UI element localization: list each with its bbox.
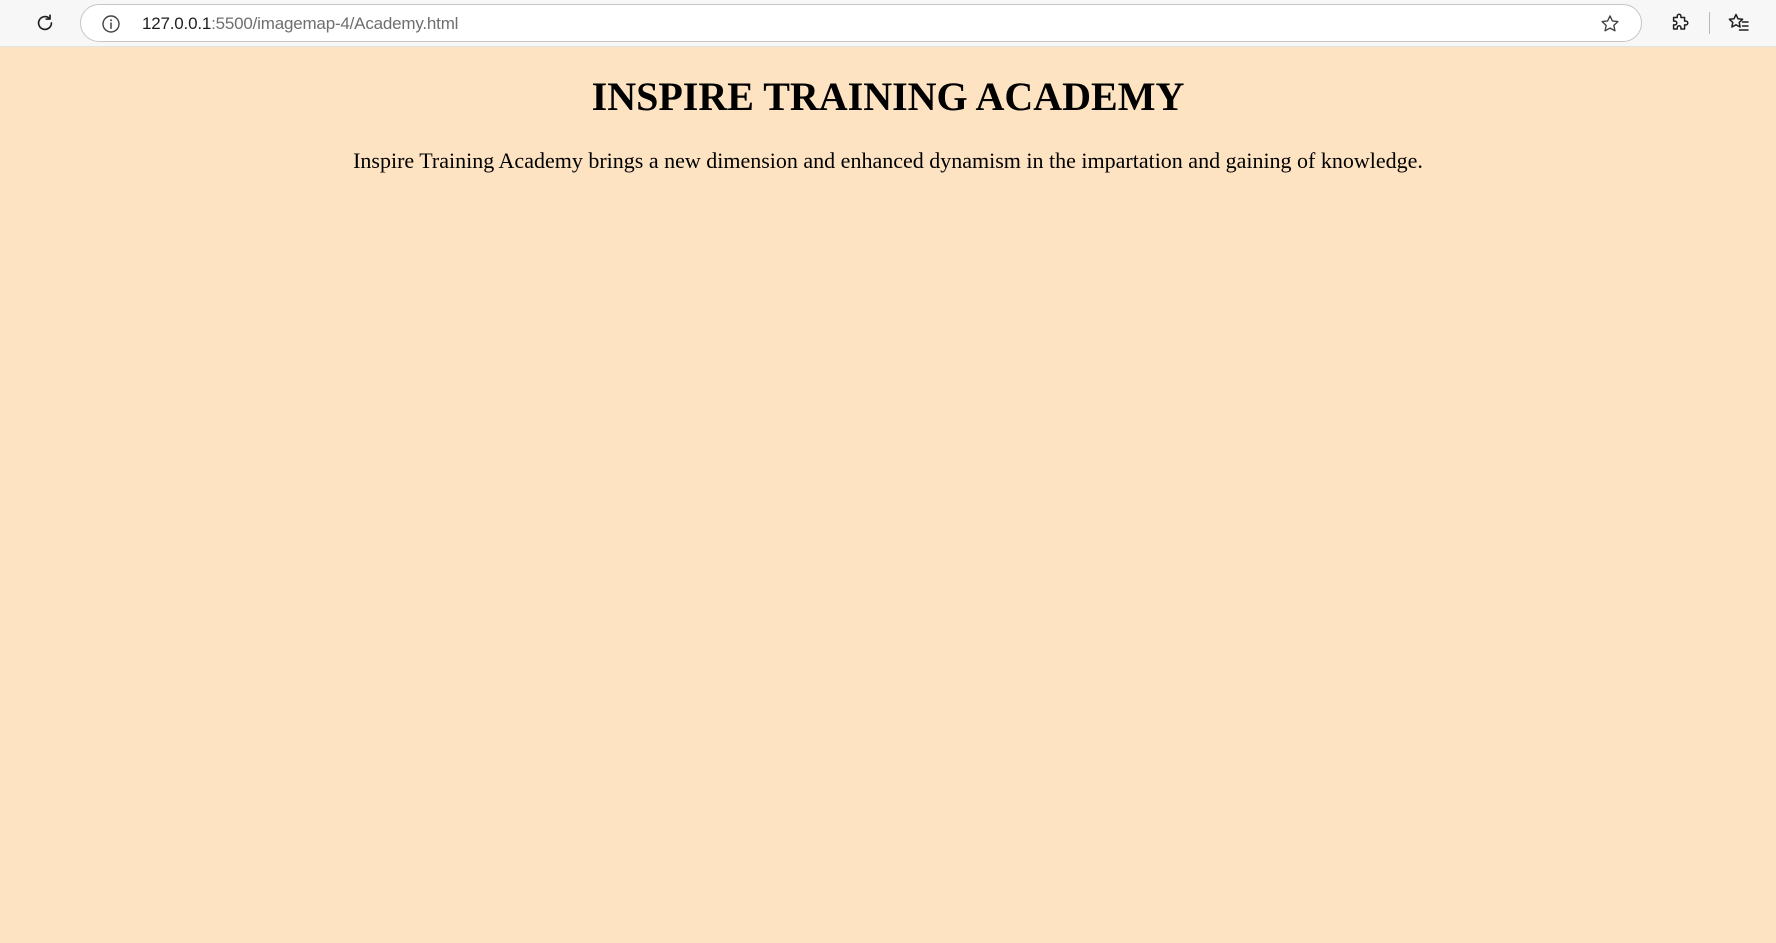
- toolbar-divider: [1709, 12, 1710, 34]
- info-icon[interactable]: [101, 14, 121, 34]
- browser-toolbar: 127.0.0.1:5500/imagemap-4/Academy.html: [0, 0, 1776, 47]
- page-content: INSPIRE TRAINING ACADEMY Inspire Trainin…: [0, 47, 1776, 943]
- reload-icon: [37, 14, 53, 31]
- reload-button[interactable]: [28, 6, 62, 40]
- extensions-button[interactable]: [1663, 6, 1697, 40]
- puzzle-icon: [1672, 13, 1689, 30]
- page-intro: Inspire Training Academy brings a new di…: [353, 148, 1423, 173]
- favorites-button[interactable]: [1722, 6, 1756, 40]
- star-icon[interactable]: [1599, 13, 1621, 35]
- url-text[interactable]: 127.0.0.1:5500/imagemap-4/Academy.html: [142, 14, 458, 34]
- favorites-icon: [1728, 13, 1749, 31]
- url-host: 127.0.0.1: [142, 14, 212, 33]
- address-bar[interactable]: 127.0.0.1:5500/imagemap-4/Academy.html: [80, 4, 1642, 42]
- page-title: INSPIRE TRAINING ACADEMY: [591, 74, 1185, 119]
- url-path: :5500/imagemap-4/Academy.html: [211, 14, 459, 33]
